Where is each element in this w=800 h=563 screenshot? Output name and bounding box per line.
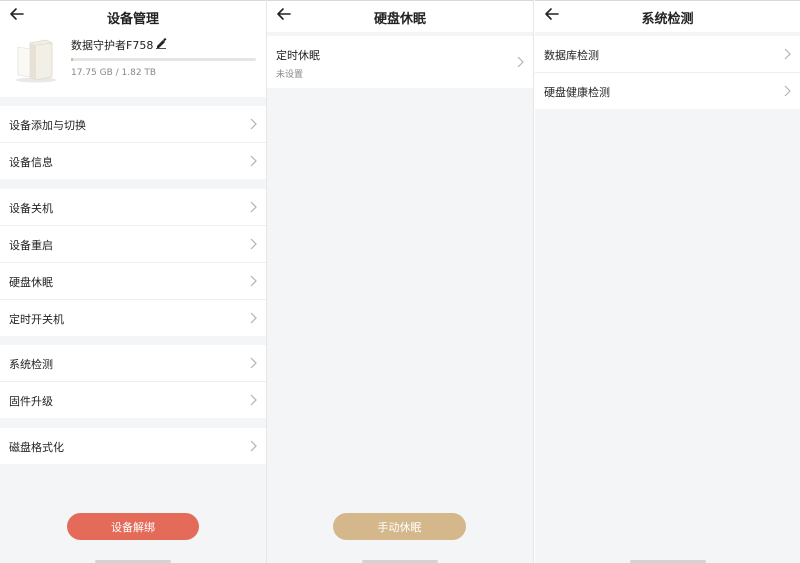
chevron-right-icon [784,48,791,60]
header: 系统检测 [535,0,800,32]
disk-sleep-panel: 硬盘休眠 定时休眠 未设置 手动休眠 [267,0,533,563]
menu-item-label: 系统检测 [9,358,53,371]
setting-status: 未设置 [276,70,304,80]
menu-item-firmware-upgrade[interactable]: 固件升级 [0,382,266,418]
setting-label: 定时休眠 [276,49,320,62]
menu-item-disk-format[interactable]: 磁盘格式化 [0,428,266,464]
menu-item-label: 设备重启 [9,239,53,252]
device-management-panel: 设备管理 数据守护者F758 17.75 GB / 1.82 TB 设备添加与切… [0,0,266,563]
chevron-right-icon [250,275,257,287]
page-title: 系统检测 [641,12,694,27]
menu-group-2: 设备关机 设备重启 硬盘休眠 定时开关机 [0,189,266,336]
device-name: 数据守护者F758 [71,39,154,52]
chevron-right-icon [250,155,257,167]
menu-item-label: 定时开关机 [9,313,64,326]
menu-item-scheduled-power[interactable]: 定时开关机 [0,300,266,336]
storage-progress-fill [71,58,73,61]
chevron-right-icon [250,118,257,130]
scheduled-sleep-item[interactable]: 定时休眠 未设置 [267,36,533,88]
device-card: 数据守护者F758 17.75 GB / 1.82 TB [0,31,266,97]
menu-item-disk-sleep[interactable]: 硬盘休眠 [0,263,266,300]
unbind-device-button[interactable]: 设备解绑 [67,513,199,540]
chevron-right-icon [250,357,257,369]
menu-item-label: 设备添加与切换 [9,119,86,132]
page-title: 硬盘休眠 [373,12,426,27]
menu-item-label: 硬盘健康检测 [544,86,610,99]
menu-item-disk-health-check[interactable]: 硬盘健康检测 [535,73,800,109]
screenshot-root: 设备管理 数据守护者F758 17.75 GB / 1.82 TB 设备添加与切… [0,0,800,563]
chevron-right-icon [250,312,257,324]
menu-group-1: 设备添加与切换 设备信息 [0,106,266,179]
menu-item-system-check[interactable]: 系统检测 [0,345,266,382]
menu-group-3: 系统检测 固件升级 [0,345,266,418]
panel-divider [533,0,534,563]
menu-item-label: 固件升级 [9,395,53,408]
menu-item-label: 磁盘格式化 [9,441,64,454]
header: 硬盘休眠 [267,0,533,32]
system-check-panel: 系统检测 数据库检测 硬盘健康检测 [535,0,800,563]
menu-item-label: 设备信息 [9,156,53,169]
header: 设备管理 [0,0,266,32]
storage-usage: 17.75 GB / 1.82 TB [71,68,157,78]
chevron-right-icon [784,85,791,97]
menu-item-label: 硬盘休眠 [9,276,53,289]
storage-progress-bar [71,58,256,61]
menu-group-4: 磁盘格式化 [0,428,266,464]
page-title: 设备管理 [106,12,159,27]
setting-group: 定时休眠 未设置 [267,36,533,88]
manual-sleep-button[interactable]: 手动休眠 [333,513,466,540]
chevron-right-icon [517,56,524,68]
chevron-right-icon [250,394,257,406]
chevron-right-icon [250,238,257,250]
chevron-right-icon [250,201,257,213]
check-group: 数据库检测 硬盘健康检测 [535,36,800,109]
menu-item-device-add-switch[interactable]: 设备添加与切换 [0,106,266,143]
menu-item-label: 设备关机 [9,202,53,215]
menu-item-database-check[interactable]: 数据库检测 [535,36,800,73]
pencil-icon[interactable] [155,37,167,49]
menu-item-label: 数据库检测 [544,49,599,62]
menu-item-restart[interactable]: 设备重启 [0,226,266,263]
nas-device-icon [16,39,56,83]
menu-item-shutdown[interactable]: 设备关机 [0,189,266,226]
chevron-right-icon [250,440,257,452]
menu-item-device-info[interactable]: 设备信息 [0,143,266,179]
